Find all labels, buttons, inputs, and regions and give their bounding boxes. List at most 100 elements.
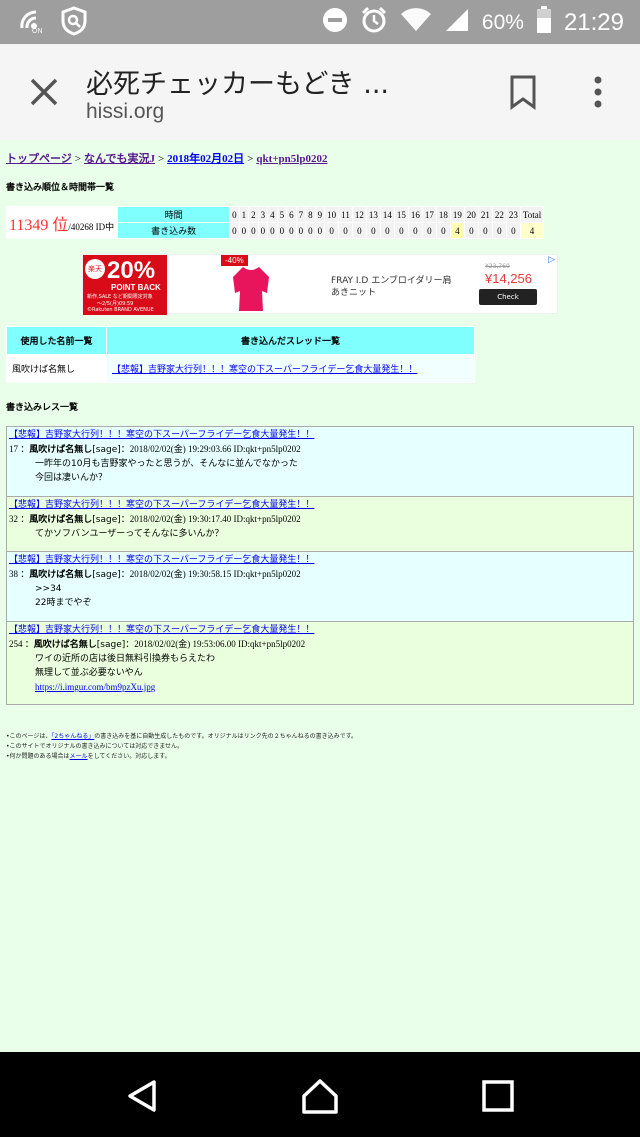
home-icon[interactable]	[300, 1076, 340, 1116]
hour-cell: 20	[463, 206, 479, 223]
count-cell: 0	[276, 222, 288, 239]
wifi-icon	[400, 8, 432, 37]
post-thread-link[interactable]: 【悲報】吉野家大行列！！！寒空の下スーパーフライデー乞食大量発生！！	[9, 555, 314, 565]
hour-cell: 2	[248, 206, 259, 223]
total-count-cell: 4	[519, 222, 545, 239]
ad-banner[interactable]: 楽天 20% POINT BACK 新作,SALE など期間限定対象 〜2/5(…	[82, 254, 558, 315]
footer-notes: •このページは、「2ちゃんねる」の書き込みを基に自動生成したものです。オリジナル…	[6, 733, 358, 760]
post-thread-link[interactable]: 【悲報】吉野家大行列！！！寒空の下スーパーフライデー乞食大量発生！！	[9, 625, 314, 635]
breadcrumb-id[interactable]: qkt+pn5lp0202	[256, 153, 327, 165]
ad-line1: 新作,SALE など期間限定対象	[87, 294, 153, 300]
post-thread-link[interactable]: 【悲報】吉野家大行列！！！寒空の下スーパーフライデー乞食大量発生！！	[9, 430, 314, 440]
post-number: 17	[9, 444, 18, 454]
ad-check-button[interactable]: Check	[479, 289, 537, 305]
battery-percent: 60%	[481, 10, 524, 34]
page-title: 必死チェッカーもどき ...	[86, 69, 389, 100]
ad-description: FRAY I.D エンブロイダリー肩 あきニット	[331, 276, 452, 298]
hour-cell: 9	[314, 206, 326, 223]
ad-price: ¥14,256	[485, 271, 532, 286]
hour-cell: 12	[351, 206, 367, 223]
image-link[interactable]: https://i.imgur.com/bm9pzXu.jpg	[35, 682, 155, 692]
hour-cell: 6	[286, 206, 297, 223]
post-meta: ：2018/02/02(金) 19:53:06.00 ID:qkt+pn5lp0…	[125, 639, 306, 649]
post-mail: [sage]	[96, 640, 126, 650]
post-mail: [sage]	[92, 570, 121, 580]
post-meta: ：2018/02/02(金) 19:30:17.40 ID:qkt+pn5lp0…	[120, 514, 301, 524]
count-cell: 0	[421, 222, 437, 239]
shield-icon	[60, 6, 88, 40]
rank-section-title: 書き込み順位＆時間帯一覧	[6, 183, 115, 193]
post-meta: ：2018/02/02(金) 19:30:58.15 ID:qkt+pn5lp0…	[120, 569, 301, 579]
footer-2ch-link[interactable]: 「2ちゃんねる」	[51, 733, 94, 740]
hour-cell: 0	[229, 206, 240, 223]
row-label-time: 時間	[117, 206, 231, 223]
thread-link[interactable]: 【悲報】吉野家大行列！！！寒空の下スーパーフライデー乞食大量発生！！	[112, 365, 417, 375]
hour-cell: 21	[477, 206, 493, 223]
count-cell: 0	[435, 222, 451, 239]
bookmark-icon[interactable]	[508, 74, 538, 110]
ad-line3: ©Rakuten BRAND AVENUE	[87, 307, 154, 313]
alarm-icon	[360, 6, 388, 39]
hour-cell: 10	[324, 206, 340, 223]
hour-cell: 5	[276, 206, 288, 223]
recents-icon[interactable]	[478, 1076, 518, 1116]
count-cell-highlight: 4	[449, 222, 465, 239]
close-icon[interactable]	[24, 72, 64, 112]
post-item: 【悲報】吉野家大行列！！！寒空の下スーパーフライデー乞食大量発生！！ 17 ：風…	[6, 426, 634, 496]
hour-cell: 11	[338, 206, 353, 223]
signal-icon	[444, 7, 470, 38]
hour-cell: 22	[491, 206, 507, 223]
name-cell: 風吹けば名無し	[6, 354, 107, 383]
post-thread-link[interactable]: 【悲報】吉野家大行列！！！寒空の下スーパーフライデー乞食大量発生！！	[9, 500, 314, 510]
posts-section-title: 書き込みレス一覧	[6, 403, 79, 413]
post-author: 風吹けば名無し	[29, 570, 93, 580]
breadcrumb-date[interactable]: 2018年02月02日	[167, 153, 244, 165]
post-item: 【悲報】吉野家大行列！！！寒空の下スーパーフライデー乞食大量発生！！ 32 ：風…	[6, 496, 634, 551]
post-author: 風吹けば名無し	[29, 445, 93, 455]
sweater-image	[231, 263, 271, 313]
post-mail: [sage]	[92, 515, 121, 525]
footer-mail-link[interactable]: メール	[70, 753, 88, 760]
count-cell: 0	[286, 222, 297, 239]
post-author: 風吹けば名無し	[33, 640, 97, 650]
dnd-icon	[322, 7, 348, 38]
count-cell: 0	[491, 222, 507, 239]
breadcrumb: トップページ > なんでも実況J >2018年02月02日 > qkt+pn5lp0202	[6, 153, 328, 165]
ad-line2: 〜2/5(月)09:59	[97, 301, 134, 307]
navigation-bar	[0, 1052, 640, 1137]
post-author: 風吹けば名無し	[29, 515, 93, 525]
hour-cell: 15	[393, 206, 409, 223]
back-icon[interactable]	[122, 1076, 162, 1116]
post-body: ワイの近所の店は後日無料引換券もらえたわ 無理して並ぶ必要ないやん https:…	[35, 654, 216, 692]
post-meta: ：2018/02/02(金) 19:29:03.66 ID:qkt+pn5lp0…	[120, 444, 301, 454]
count-cell: 0	[229, 222, 240, 239]
status-bar: ON 60% 21:29	[0, 0, 640, 44]
post-body: 一昨年の10月も吉野家やったと思うが、そんなに並んでなかった 今回は凄いんか？	[35, 459, 298, 483]
hour-cell: 4	[267, 206, 278, 223]
nfc-label: ON	[32, 28, 43, 35]
post-item: 【悲報】吉野家大行列！！！寒空の下スーパーフライデー乞食大量発生！！ 254 ：…	[6, 621, 634, 705]
ad-percent: 20%	[107, 257, 156, 284]
battery-icon	[536, 6, 552, 39]
overflow-menu-icon[interactable]	[586, 72, 610, 112]
rank-position: 11349 位	[9, 216, 69, 234]
count-cell: 0	[463, 222, 479, 239]
breadcrumb-board[interactable]: なんでも実況J	[84, 153, 155, 165]
count-cell: 0	[379, 222, 395, 239]
count-cell: 0	[393, 222, 409, 239]
ad-info-icon[interactable]: ▷	[548, 255, 555, 265]
breadcrumb-top[interactable]: トップページ	[6, 153, 72, 165]
post-number: 38	[9, 569, 18, 579]
hour-cell: 18	[435, 206, 451, 223]
post-mail: [sage]	[92, 445, 121, 455]
post-number: 32	[9, 514, 18, 524]
post-body: てかソフバンユーザーってそんなに多いんか？	[35, 529, 224, 539]
page-url: hissi.org	[86, 100, 165, 123]
count-cell: 0	[477, 222, 493, 239]
count-cell: 0	[305, 222, 316, 239]
clock: 21:29	[563, 8, 624, 36]
names-header: 使用した名前一覧	[6, 326, 107, 355]
rank-table: 11349 位/40268 ID中 時間 0 1 2 3 4 5 6 7 8 9…	[5, 206, 545, 239]
count-cell: 0	[248, 222, 259, 239]
row-label-count: 書き込み数	[117, 222, 231, 239]
